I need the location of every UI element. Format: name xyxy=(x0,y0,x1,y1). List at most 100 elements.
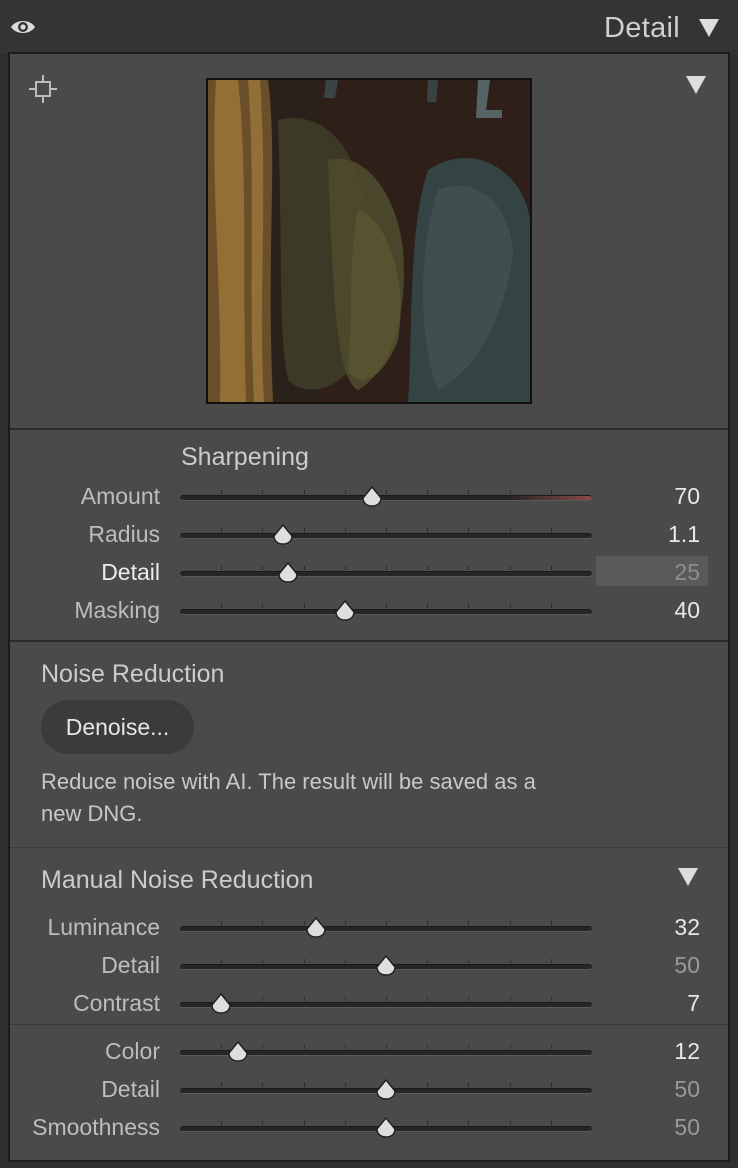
slider-tick xyxy=(509,1045,511,1049)
slider-label: Color xyxy=(105,1038,160,1064)
triangle-down-icon[interactable] xyxy=(699,19,719,37)
slider-row-contrast: Contrast 7 xyxy=(10,986,728,1024)
slider-tick xyxy=(303,1083,305,1087)
slider-row-amount: Amount 70 xyxy=(10,479,728,517)
slider-row-masking: Masking 40 xyxy=(10,593,728,631)
slider-tick xyxy=(509,566,511,570)
slider-thumb[interactable] xyxy=(210,993,232,1015)
slider-tick xyxy=(427,490,429,494)
slider-tick xyxy=(386,1045,387,1049)
slider-tick xyxy=(550,997,552,1001)
manual-noise-reduction-section: Manual Noise Reduction Luminance 32 Detail… xyxy=(10,850,728,1162)
slider-row-smoothness: Smoothness 50 xyxy=(10,1110,728,1148)
manual-noise-reduction-title: Manual Noise Reduction xyxy=(41,866,314,894)
crosshair-target-icon[interactable] xyxy=(28,74,58,104)
slider-thumb[interactable] xyxy=(375,955,397,977)
slider-track[interactable] xyxy=(180,997,592,1008)
slider-label: Contrast xyxy=(73,990,160,1016)
slider-tick xyxy=(303,528,305,532)
slider-label: Detail xyxy=(101,952,160,978)
slider-thumb[interactable] xyxy=(305,917,327,939)
slider-tick xyxy=(262,921,264,925)
slider-row-radius: Radius 1.1 xyxy=(10,517,728,555)
slider-label: Smoothness xyxy=(32,1114,160,1140)
slider-tick xyxy=(509,921,511,925)
slider-tick xyxy=(550,921,552,925)
slider-row-detail: Detail 25 xyxy=(10,555,728,593)
slider-tick xyxy=(221,604,223,608)
slider-tick xyxy=(386,490,387,494)
slider-tick xyxy=(427,566,429,570)
slider-value[interactable]: 32 xyxy=(674,914,700,941)
slider-value[interactable]: 70 xyxy=(674,483,700,510)
slider-tick xyxy=(468,1083,470,1087)
detail-panel: Sharpening Amount 70 Radius 1.1 Detail 25 Mask… xyxy=(8,52,730,1162)
slider-tick xyxy=(303,997,305,1001)
detail-preview-image[interactable] xyxy=(206,78,532,404)
slider-track[interactable] xyxy=(180,604,592,615)
slider-tick xyxy=(550,490,552,494)
triangle-down-icon[interactable] xyxy=(686,76,706,94)
slider-tick xyxy=(468,604,470,608)
slider-tick xyxy=(262,566,264,570)
slider-thumb[interactable] xyxy=(375,1079,397,1101)
slider-tick xyxy=(509,959,511,963)
slider-tick xyxy=(303,490,305,494)
slider-tick xyxy=(468,1045,470,1049)
sharpening-title: Sharpening xyxy=(181,443,309,471)
slider-tick xyxy=(344,921,346,925)
triangle-down-icon[interactable] xyxy=(678,868,698,886)
slider-value[interactable]: 12 xyxy=(674,1038,700,1065)
slider-value[interactable]: 50 xyxy=(674,1076,700,1103)
slider-label: Masking xyxy=(74,597,160,623)
slider-value[interactable]: 1.1 xyxy=(668,521,700,548)
slider-tick xyxy=(550,604,552,608)
slider-track[interactable] xyxy=(180,566,592,577)
slider-thumb[interactable] xyxy=(375,1117,397,1139)
denoise-button[interactable]: Denoise... xyxy=(41,700,194,754)
slider-tick xyxy=(221,1045,223,1049)
slider-row-detail: Detail 50 xyxy=(10,948,728,986)
slider-tick xyxy=(427,1045,429,1049)
slider-value[interactable]: 7 xyxy=(687,990,700,1017)
slider-label: Radius xyxy=(88,521,160,547)
slider-tick xyxy=(550,1045,552,1049)
slider-track[interactable] xyxy=(180,490,592,501)
slider-tick xyxy=(221,528,223,532)
slider-tick xyxy=(262,959,264,963)
slider-thumb[interactable] xyxy=(334,600,356,622)
slider-thumb[interactable] xyxy=(361,486,383,508)
slider-tick xyxy=(550,528,552,532)
slider-thumb[interactable] xyxy=(277,562,299,584)
slider-track[interactable] xyxy=(180,921,592,932)
slider-tick xyxy=(386,604,387,608)
slider-row-detail: Detail 50 xyxy=(10,1072,728,1110)
slider-tick xyxy=(262,1121,264,1125)
noise-reduction-title: Noise Reduction xyxy=(41,660,225,688)
slider-tick xyxy=(262,528,264,532)
slider-tick xyxy=(427,921,429,925)
slider-tick xyxy=(550,959,552,963)
slider-tick xyxy=(386,528,387,532)
slider-tick xyxy=(303,959,305,963)
slider-row-color: Color 12 xyxy=(10,1034,728,1072)
panel-header[interactable]: Detail xyxy=(0,0,738,54)
slider-tick xyxy=(509,1121,511,1125)
slider-tick xyxy=(468,1121,470,1125)
slider-tick xyxy=(468,997,470,1001)
panel-title: Detail xyxy=(604,12,680,44)
slider-track[interactable] xyxy=(180,528,592,539)
slider-value[interactable]: 40 xyxy=(674,597,700,624)
slider-value[interactable]: 50 xyxy=(674,952,700,979)
divider xyxy=(10,1024,728,1025)
slider-value[interactable]: 25 xyxy=(674,559,700,586)
slider-thumb[interactable] xyxy=(227,1041,249,1063)
slider-value[interactable]: 50 xyxy=(674,1114,700,1141)
slider-row-luminance: Luminance 32 xyxy=(10,910,728,948)
slider-tick xyxy=(386,921,387,925)
eye-icon[interactable] xyxy=(10,17,36,37)
slider-thumb[interactable] xyxy=(272,524,294,546)
slider-tick xyxy=(221,490,223,494)
slider-tick xyxy=(303,604,305,608)
slider-tick xyxy=(221,1083,223,1087)
